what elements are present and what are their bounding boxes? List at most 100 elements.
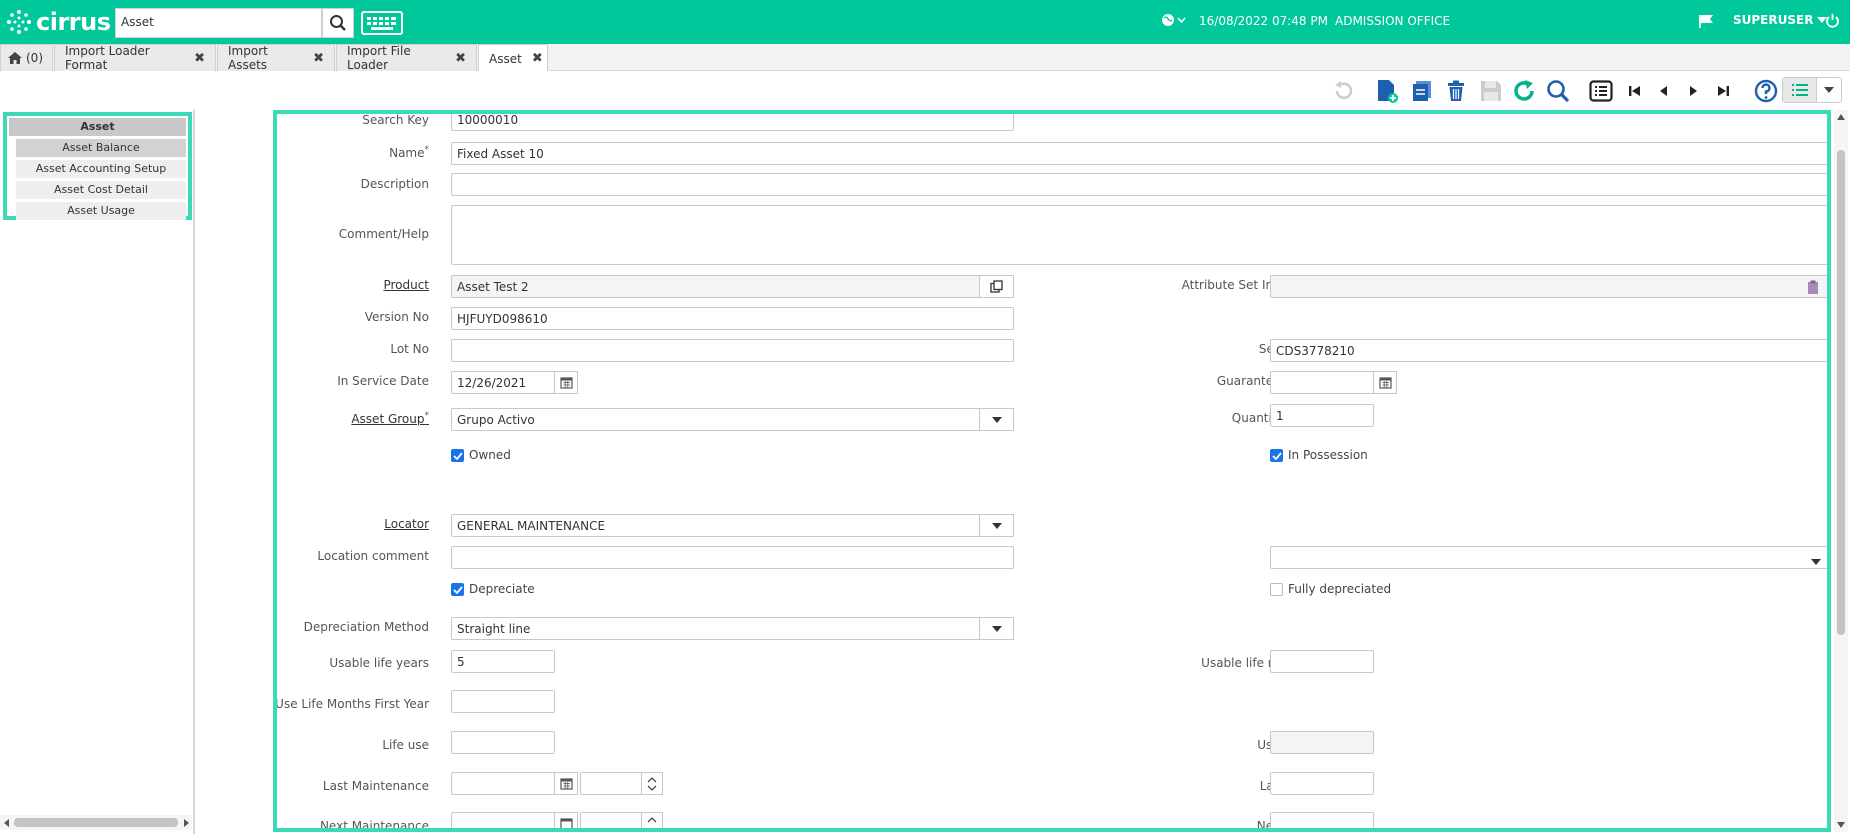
tab-home[interactable]: (0) (0, 44, 53, 71)
tab-import-loader-format[interactable]: Import Loader Format ✖ (54, 44, 216, 72)
name-field[interactable]: Fixed Asset 10 (451, 142, 1827, 165)
tab-asset[interactable]: Asset ✖ (478, 44, 548, 72)
next-maintenance-date-field[interactable] (451, 812, 555, 828)
tab-import-assets[interactable]: Import Assets ✖ (217, 44, 335, 72)
caret-down-icon (991, 625, 1002, 632)
product-label[interactable]: Product (277, 278, 429, 292)
quantity-plan-field[interactable]: 1 (1270, 404, 1374, 427)
nav-item-asset-balance[interactable]: Asset Balance (16, 139, 186, 157)
fully-depreciated-checkbox[interactable] (1270, 583, 1283, 596)
nav-item-asset-usage[interactable]: Asset Usage (16, 202, 186, 220)
life-use-label: Life use (382, 738, 429, 752)
in-possession-checkbox[interactable] (1270, 449, 1283, 462)
serial-no-field[interactable]: CDS3778210 (1270, 339, 1827, 362)
use-life-months-first-year-label: Use Life Months First Year (275, 697, 429, 711)
guarantee-date-picker[interactable] (1373, 371, 1397, 394)
attribute-set-button[interactable] (1807, 280, 1819, 298)
scroll-thumb[interactable] (14, 818, 178, 827)
previous-record-button[interactable] (1651, 78, 1677, 104)
usable-life-years-field[interactable]: 5 (451, 650, 555, 673)
copy-document-icon (1413, 81, 1431, 101)
form-vertical-scrollbar[interactable] (1834, 110, 1848, 832)
nav-item-asset-cost-detail[interactable]: Asset Cost Detail (16, 181, 186, 199)
project-dropdown[interactable] (1811, 554, 1821, 569)
grid-toggle-button[interactable] (1588, 78, 1614, 104)
view-menu-button[interactable] (1782, 77, 1842, 103)
global-search-input[interactable]: Asset (115, 8, 322, 38)
caret-down-icon (991, 522, 1002, 529)
calendar-icon (559, 778, 573, 790)
location-comment-field[interactable] (451, 546, 1014, 569)
product-field[interactable]: Asset Test 2 (451, 275, 980, 298)
next-record-button[interactable] (1680, 78, 1706, 104)
nav-header-asset[interactable]: Asset (9, 118, 186, 136)
help-icon (1754, 79, 1778, 103)
version-no-label: Version No (364, 310, 429, 324)
in-service-date-field[interactable]: 12/26/2021 (451, 371, 555, 394)
description-field[interactable] (451, 173, 1827, 196)
last-unit-field[interactable] (1270, 772, 1374, 795)
close-icon[interactable]: ✖ (194, 51, 205, 66)
last-maintenance-date-picker[interactable] (554, 772, 578, 795)
search-key-field[interactable]: 10000010 (451, 114, 1014, 131)
logo[interactable]: cirrus (6, 8, 111, 36)
locator-select[interactable]: GENERAL MAINTENANCE (451, 514, 1014, 537)
search-button[interactable] (322, 8, 354, 38)
last-maintenance-time-spinner[interactable] (641, 772, 663, 795)
power-button[interactable] (1825, 13, 1840, 32)
product-lookup-button[interactable] (979, 275, 1014, 298)
comment-help-textarea[interactable] (451, 205, 1827, 265)
life-use-field[interactable] (451, 731, 555, 754)
last-maintenance-date-field[interactable] (451, 772, 555, 795)
scroll-thumb[interactable] (1837, 150, 1845, 635)
copy-record-button[interactable] (1409, 78, 1435, 104)
undo-button[interactable] (1330, 78, 1356, 104)
home-icon (8, 52, 22, 64)
tab-label: Asset (489, 51, 522, 66)
asset-group-select[interactable]: Grupo Activo (451, 408, 1014, 431)
tab-label: Import File Loader (347, 44, 411, 72)
depreciate-checkbox[interactable] (451, 583, 464, 596)
project-select[interactable] (1270, 546, 1827, 569)
delete-button[interactable] (1443, 78, 1469, 104)
depreciation-method-select[interactable]: Straight line (451, 617, 1014, 640)
next-maintenance-time-field[interactable] (580, 812, 642, 828)
next-unit-field[interactable] (1270, 812, 1374, 828)
first-record-button[interactable] (1622, 78, 1648, 104)
user-menu[interactable]: SUPERUSER (1733, 13, 1828, 27)
guarantee-date-field[interactable] (1270, 371, 1374, 394)
find-button[interactable] (1545, 78, 1571, 104)
version-no-field[interactable]: HJFUYD098610 (451, 307, 1014, 330)
language-menu[interactable] (1161, 13, 1186, 27)
in-service-date-picker[interactable] (554, 371, 578, 394)
save-button[interactable] (1478, 78, 1504, 104)
keyboard-button[interactable] (361, 11, 403, 35)
last-maintenance-time-field[interactable] (580, 772, 642, 795)
owned-checkbox[interactable] (451, 449, 464, 462)
close-icon[interactable]: ✖ (532, 51, 543, 66)
use-life-months-first-year-field[interactable] (451, 690, 555, 713)
tab-import-file-loader[interactable]: Import File Loader ✖ (336, 44, 477, 72)
locator-label[interactable]: Locator (277, 517, 429, 531)
usable-life-months-field[interactable] (1270, 650, 1374, 673)
attribute-set-instance-field[interactable] (1270, 275, 1827, 298)
depreciation-method-dropdown[interactable] (979, 617, 1014, 640)
menu-list-icon (1791, 84, 1808, 96)
locator-dropdown[interactable] (979, 514, 1014, 537)
comment-help-label: Comment/Help (338, 227, 429, 241)
left-horizontal-scrollbar[interactable] (0, 815, 192, 830)
next-maintenance-time-spinner[interactable] (641, 812, 663, 828)
lot-no-field[interactable] (451, 339, 1014, 362)
asset-group-label[interactable]: Asset Group* (277, 411, 429, 426)
new-record-button[interactable] (1374, 78, 1400, 104)
in-service-date-label: In Service Date (337, 374, 429, 388)
flag-button[interactable] (1698, 14, 1714, 32)
next-maintenance-date-picker[interactable] (554, 812, 578, 828)
asset-group-dropdown[interactable] (979, 408, 1014, 431)
nav-item-asset-accounting-setup[interactable]: Asset Accounting Setup (16, 160, 186, 178)
close-icon[interactable]: ✖ (455, 51, 466, 66)
refresh-button[interactable] (1511, 78, 1537, 104)
close-icon[interactable]: ✖ (313, 51, 324, 66)
help-button[interactable] (1753, 78, 1779, 104)
last-record-button[interactable] (1710, 78, 1736, 104)
